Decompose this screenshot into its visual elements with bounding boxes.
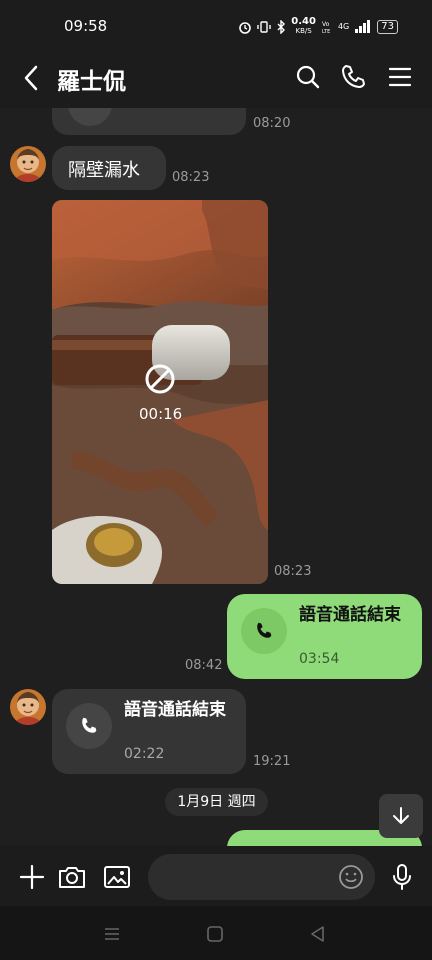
call-ended-bubble[interactable]: 語音通話結束 03:54	[227, 594, 422, 679]
message-bubble[interactable]: 隔壁漏水	[52, 146, 166, 190]
call-icon	[68, 108, 112, 126]
battery-icon: 73	[377, 19, 398, 34]
status-bar: 09:58 0.40 KB/S Vo LTE 4G 73	[0, 0, 432, 48]
message-bubble[interactable]	[52, 108, 246, 135]
vibrate-icon	[257, 20, 271, 33]
image-icon[interactable]	[102, 862, 132, 892]
contact-avatar[interactable]	[10, 146, 46, 182]
chat-header: 羅士侃	[0, 48, 432, 108]
contact-name: 羅士侃	[57, 69, 126, 95]
microphone-icon[interactable]	[387, 862, 417, 892]
call-title: 語音通話結束	[299, 605, 401, 625]
message-time: 08:23	[274, 564, 312, 579]
svg-text:Vo: Vo	[322, 21, 330, 28]
message-text: 隔壁漏水	[68, 160, 140, 181]
call-title: 語音通話結束	[124, 700, 226, 720]
volte-icon: VoLTE	[322, 21, 330, 34]
chat-area[interactable]: 08:20 隔壁漏水 08:23 00:16 08:23 08:42 語音通話結…	[0, 108, 432, 846]
input-bar	[0, 846, 432, 906]
search-icon[interactable]	[293, 62, 323, 92]
network-type: 4G	[337, 22, 350, 31]
blocked-icon	[145, 364, 175, 394]
video-duration: 00:16	[139, 405, 183, 423]
status-time: 09:58	[64, 17, 108, 35]
menu-icon[interactable]	[385, 62, 415, 92]
system-nav-bar	[0, 906, 432, 960]
message-time: 08:42	[185, 658, 223, 673]
scroll-to-bottom-button[interactable]	[379, 794, 423, 838]
video-message[interactable]: 00:16	[52, 200, 268, 584]
home-icon[interactable]	[205, 924, 225, 944]
message-time: 08:20	[253, 116, 291, 131]
plus-icon[interactable]	[17, 862, 47, 892]
svg-text:LTE: LTE	[322, 29, 330, 34]
phone-icon[interactable]	[338, 62, 368, 92]
back-nav-icon[interactable]	[308, 924, 328, 944]
message-time: 19:21	[253, 754, 291, 769]
recent-apps-icon[interactable]	[102, 924, 122, 944]
alarm-icon	[239, 21, 252, 34]
status-icons: 0.40 KB/S Vo LTE 4G 73	[238, 17, 398, 36]
signal-icon	[355, 19, 371, 33]
contact-avatar[interactable]	[10, 689, 46, 725]
message-time: 08:23	[172, 170, 210, 185]
call-ended-bubble[interactable]: 語音通話結束 02:22	[52, 689, 246, 774]
call-duration: 03:54	[299, 651, 340, 667]
call-duration: 02:22	[124, 746, 165, 762]
camera-icon[interactable]	[57, 862, 87, 892]
bluetooth-icon	[277, 19, 286, 34]
back-icon[interactable]	[18, 62, 46, 94]
phone-icon	[241, 608, 287, 654]
emoji-icon[interactable]	[338, 864, 364, 890]
date-separator: 1月9日 週四	[165, 788, 268, 816]
phone-icon	[66, 703, 112, 749]
arrow-down-icon	[393, 807, 409, 824]
net-speed: 0.40 KB/S	[291, 16, 316, 36]
